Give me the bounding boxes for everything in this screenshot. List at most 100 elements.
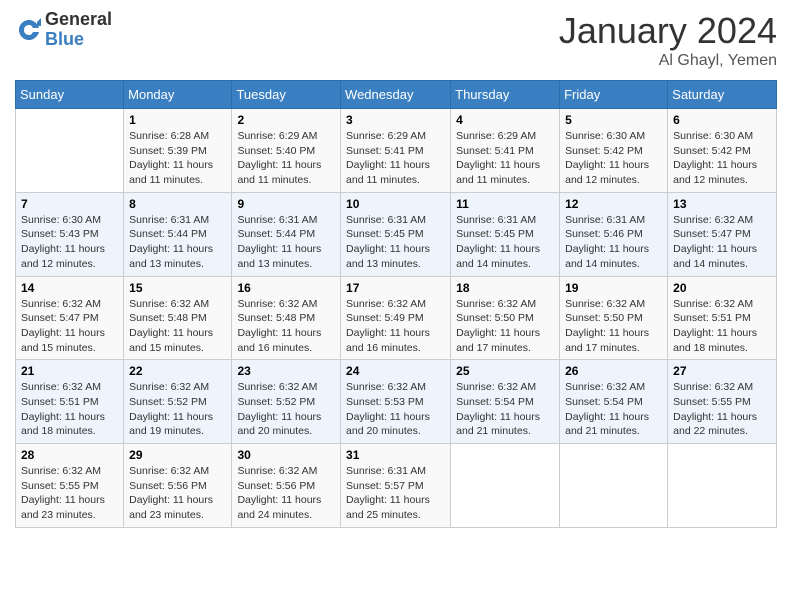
calendar-cell: 8 Sunrise: 6:31 AM Sunset: 5:44 PM Daylig… [124,192,232,276]
day-number: 20 [673,281,771,295]
calendar-cell: 11 Sunrise: 6:31 AM Sunset: 5:45 PM Dayli… [451,192,560,276]
day-number: 30 [237,448,335,462]
day-number: 8 [129,197,226,211]
title-block: January 2024 Al Ghayl, Yemen [559,10,777,70]
day-info: Sunrise: 6:31 AM Sunset: 5:46 PM Dayligh… [565,213,662,272]
day-info: Sunrise: 6:28 AM Sunset: 5:39 PM Dayligh… [129,129,226,188]
logo: General Blue [15,10,112,50]
logo-icon [15,16,43,44]
day-info: Sunrise: 6:32 AM Sunset: 5:48 PM Dayligh… [237,297,335,356]
day-number: 15 [129,281,226,295]
calendar-week-row: 14 Sunrise: 6:32 AM Sunset: 5:47 PM Dayli… [16,276,777,360]
day-number: 14 [21,281,118,295]
calendar-cell: 24Sunrise: 6:32 AM Sunset: 5:53 PM Dayli… [341,360,451,444]
day-number: 4 [456,113,554,127]
calendar-cell: 20 Sunrise: 6:32 AM Sunset: 5:51 PM Dayli… [668,276,777,360]
day-number: 7 [21,197,118,211]
day-info: Sunrise: 6:32 AM Sunset: 5:48 PM Dayligh… [129,297,226,356]
location-subtitle: Al Ghayl, Yemen [559,52,777,70]
calendar-cell: 16 Sunrise: 6:32 AM Sunset: 5:48 PM Dayli… [232,276,341,360]
calendar-week-row: 1 Sunrise: 6:28 AM Sunset: 5:39 PM Daylig… [16,109,777,193]
calendar-cell: 28 Sunrise: 6:32 AM Sunset: 5:55 PM Dayli… [16,444,124,528]
day-number: 10 [346,197,445,211]
calendar-cell: 3 Sunrise: 6:29 AM Sunset: 5:41 PM Daylig… [341,109,451,193]
weekday-header-sunday: Sunday [16,81,124,109]
day-info: Sunrise: 6:32 AM Sunset: 5:51 PM Dayligh… [21,380,118,439]
day-info: Sunrise: 6:30 AM Sunset: 5:42 PM Dayligh… [673,129,771,188]
day-number: 26 [565,364,662,378]
calendar-cell [560,444,668,528]
calendar-cell: 13 Sunrise: 6:32 AM Sunset: 5:47 PM Dayli… [668,192,777,276]
day-info: Sunrise: 6:29 AM Sunset: 5:40 PM Dayligh… [237,129,335,188]
day-number: 6 [673,113,771,127]
calendar-cell: 21Sunrise: 6:32 AM Sunset: 5:51 PM Dayli… [16,360,124,444]
day-number: 9 [237,197,335,211]
day-number: 12 [565,197,662,211]
day-info: Sunrise: 6:31 AM Sunset: 5:44 PM Dayligh… [129,213,226,272]
day-number: 17 [346,281,445,295]
calendar-cell: 4 Sunrise: 6:29 AM Sunset: 5:41 PM Daylig… [451,109,560,193]
calendar-cell: 23 Sunrise: 6:32 AM Sunset: 5:52 PM Dayli… [232,360,341,444]
calendar-cell: 25Sunrise: 6:32 AM Sunset: 5:54 PM Dayli… [451,360,560,444]
day-number: 3 [346,113,445,127]
calendar-cell: 10Sunrise: 6:31 AM Sunset: 5:45 PM Dayli… [341,192,451,276]
day-info: Sunrise: 6:32 AM Sunset: 5:55 PM Dayligh… [673,380,771,439]
day-number: 5 [565,113,662,127]
day-number: 11 [456,197,554,211]
calendar-cell: 26 Sunrise: 6:32 AM Sunset: 5:54 PM Dayli… [560,360,668,444]
calendar-cell: 30Sunrise: 6:32 AM Sunset: 5:56 PM Dayli… [232,444,341,528]
day-number: 2 [237,113,335,127]
calendar-table: SundayMondayTuesdayWednesdayThursdayFrid… [15,80,777,528]
day-info: Sunrise: 6:32 AM Sunset: 5:52 PM Dayligh… [129,380,226,439]
logo-general-text: General [45,9,112,29]
calendar-cell: 9 Sunrise: 6:31 AM Sunset: 5:44 PM Daylig… [232,192,341,276]
calendar-cell: 1 Sunrise: 6:28 AM Sunset: 5:39 PM Daylig… [124,109,232,193]
calendar-cell: 29Sunrise: 6:32 AM Sunset: 5:56 PM Dayli… [124,444,232,528]
day-number: 27 [673,364,771,378]
weekday-header-thursday: Thursday [451,81,560,109]
weekday-header-friday: Friday [560,81,668,109]
day-info: Sunrise: 6:29 AM Sunset: 5:41 PM Dayligh… [456,129,554,188]
day-number: 1 [129,113,226,127]
day-number: 19 [565,281,662,295]
day-info: Sunrise: 6:32 AM Sunset: 5:51 PM Dayligh… [673,297,771,356]
weekday-header-saturday: Saturday [668,81,777,109]
calendar-cell: 27 Sunrise: 6:32 AM Sunset: 5:55 PM Dayli… [668,360,777,444]
calendar-cell: 6 Sunrise: 6:30 AM Sunset: 5:42 PM Daylig… [668,109,777,193]
calendar-week-row: 7 Sunrise: 6:30 AM Sunset: 5:43 PM Daylig… [16,192,777,276]
calendar-cell: 18Sunrise: 6:32 AM Sunset: 5:50 PM Dayli… [451,276,560,360]
page-header: General Blue January 2024 Al Ghayl, Yeme… [15,10,777,70]
calendar-body: 1 Sunrise: 6:28 AM Sunset: 5:39 PM Daylig… [16,109,777,528]
day-number: 25 [456,364,554,378]
day-number: 23 [237,364,335,378]
calendar-cell: 22Sunrise: 6:32 AM Sunset: 5:52 PM Dayli… [124,360,232,444]
day-info: Sunrise: 6:32 AM Sunset: 5:53 PM Dayligh… [346,380,445,439]
calendar-cell [16,109,124,193]
day-info: Sunrise: 6:32 AM Sunset: 5:50 PM Dayligh… [456,297,554,356]
day-number: 13 [673,197,771,211]
day-info: Sunrise: 6:32 AM Sunset: 5:54 PM Dayligh… [565,380,662,439]
day-info: Sunrise: 6:32 AM Sunset: 5:47 PM Dayligh… [21,297,118,356]
day-info: Sunrise: 6:31 AM Sunset: 5:57 PM Dayligh… [346,464,445,523]
weekday-header-row: SundayMondayTuesdayWednesdayThursdayFrid… [16,81,777,109]
day-info: Sunrise: 6:31 AM Sunset: 5:45 PM Dayligh… [456,213,554,272]
month-title: January 2024 [559,10,777,52]
day-number: 28 [21,448,118,462]
calendar-cell [668,444,777,528]
calendar-cell: 14 Sunrise: 6:32 AM Sunset: 5:47 PM Dayli… [16,276,124,360]
day-info: Sunrise: 6:32 AM Sunset: 5:55 PM Dayligh… [21,464,118,523]
calendar-cell: 15 Sunrise: 6:32 AM Sunset: 5:48 PM Dayli… [124,276,232,360]
weekday-header-monday: Monday [124,81,232,109]
calendar-cell: 12 Sunrise: 6:31 AM Sunset: 5:46 PM Dayli… [560,192,668,276]
calendar-cell: 2 Sunrise: 6:29 AM Sunset: 5:40 PM Daylig… [232,109,341,193]
calendar-cell [451,444,560,528]
calendar-cell: 31Sunrise: 6:31 AM Sunset: 5:57 PM Dayli… [341,444,451,528]
day-info: Sunrise: 6:29 AM Sunset: 5:41 PM Dayligh… [346,129,445,188]
day-info: Sunrise: 6:30 AM Sunset: 5:43 PM Dayligh… [21,213,118,272]
day-info: Sunrise: 6:32 AM Sunset: 5:52 PM Dayligh… [237,380,335,439]
logo-blue-text: Blue [45,29,84,49]
day-number: 16 [237,281,335,295]
calendar-header: SundayMondayTuesdayWednesdayThursdayFrid… [16,81,777,109]
day-info: Sunrise: 6:32 AM Sunset: 5:47 PM Dayligh… [673,213,771,272]
day-info: Sunrise: 6:31 AM Sunset: 5:44 PM Dayligh… [237,213,335,272]
